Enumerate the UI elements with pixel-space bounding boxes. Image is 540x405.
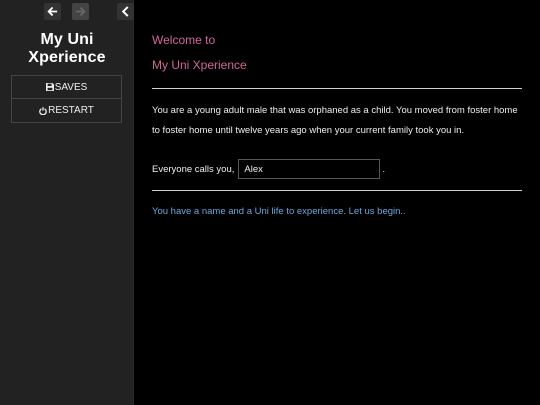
restart-button[interactable]: RESTART <box>11 99 122 123</box>
story-title: My Uni Xperience <box>0 31 134 67</box>
welcome-heading-line1: Welcome to <box>152 33 216 47</box>
saves-label: SAVES <box>54 81 88 93</box>
sidebar-collapse-button[interactable] <box>117 3 134 20</box>
sidebar: My Uni Xperience SAVES RESTART <box>0 0 134 405</box>
story-title-text: My Uni Xperience <box>28 31 106 66</box>
begin-link[interactable]: You have a name and a Uni life to experi… <box>152 206 406 217</box>
welcome-heading-line2: My Uni Xperience <box>152 58 247 72</box>
power-icon <box>39 106 47 115</box>
story-menu: SAVES RESTART <box>11 75 122 123</box>
intro-text: You are a young adult male that was orph… <box>152 105 518 136</box>
arrow-left-icon <box>47 6 58 17</box>
name-input[interactable] <box>238 159 381 179</box>
divider <box>152 88 522 89</box>
restart-label: RESTART <box>48 105 94 116</box>
arrow-right-icon <box>75 6 86 17</box>
name-row: Everyone calls you, . <box>152 159 385 179</box>
name-suffix: . <box>382 163 386 175</box>
saves-button[interactable]: SAVES <box>11 75 122 99</box>
history-forward-button[interactable] <box>72 3 89 20</box>
divider <box>152 190 522 191</box>
name-prompt: Everyone calls you, <box>152 163 235 175</box>
save-icon <box>45 83 54 91</box>
history-back-button[interactable] <box>44 3 61 20</box>
chevron-left-icon <box>121 6 129 17</box>
